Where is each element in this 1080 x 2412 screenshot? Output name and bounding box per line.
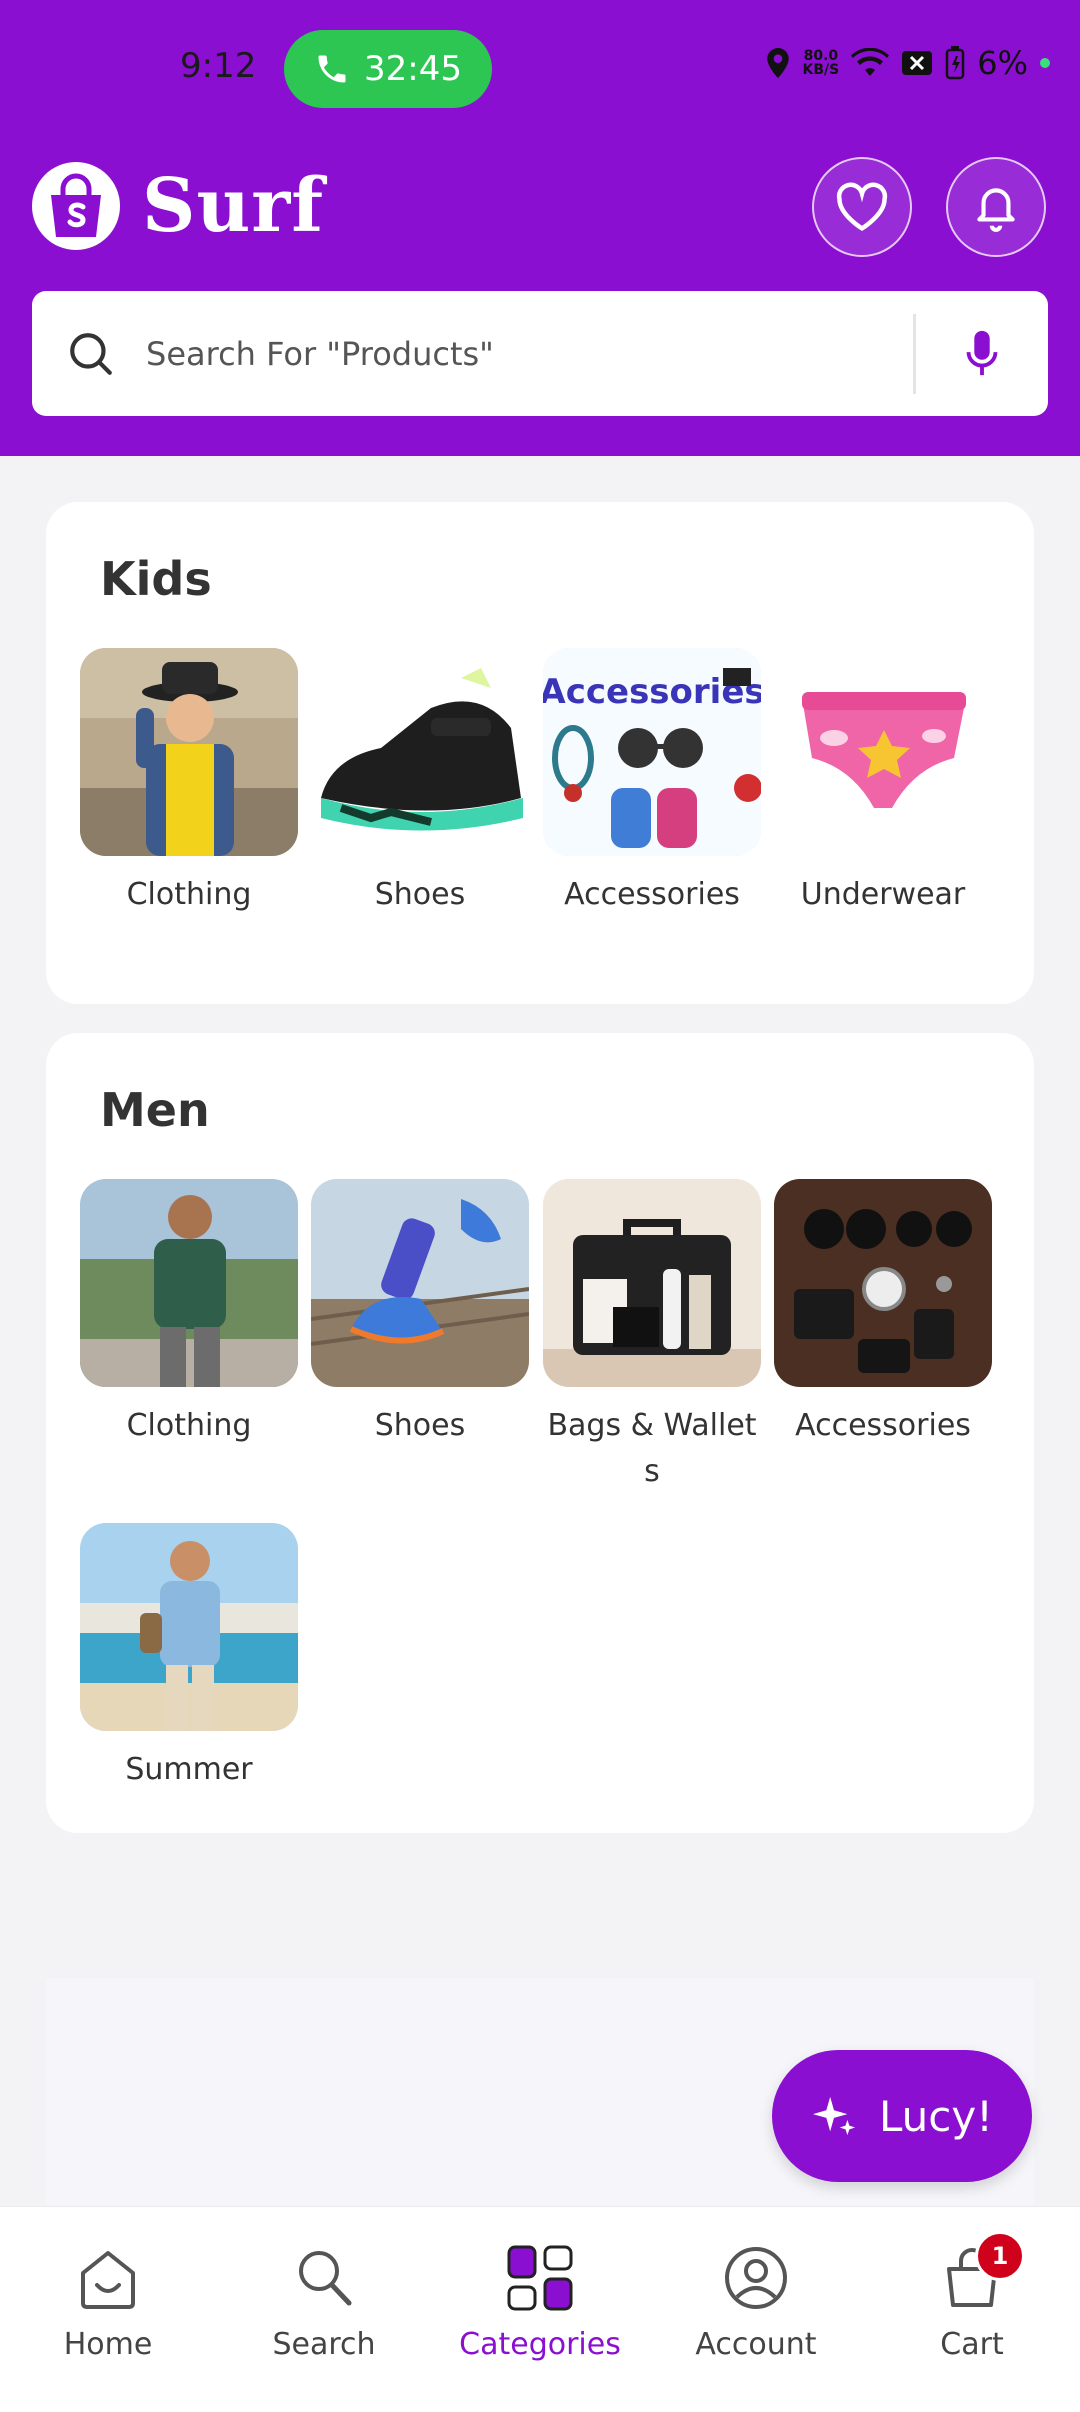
nav-label: Search [272,2327,376,2362]
privacy-dot [1040,58,1050,68]
category-tile-kids-accessories[interactable]: Accessories Accessories [543,648,761,918]
search-icon [70,332,112,375]
men-accessories-image [774,1179,992,1387]
battery-icon [945,46,965,80]
categories-icon [505,2243,575,2313]
no-sim-icon [902,51,933,75]
nav-label: Account [695,2327,817,2362]
category-tile-kids-clothing[interactable]: Clothing [80,648,298,918]
lucy-assistant-button[interactable]: Lucy! [772,2050,1032,2182]
nav-account[interactable]: Account [656,2243,856,2362]
notifications-button[interactable] [946,157,1046,257]
lucy-label: Lucy! [878,2091,994,2141]
category-tile-men-clothing[interactable]: Clothing [80,1179,298,1449]
kids-underwear-image [774,648,992,856]
home-icon [73,2243,143,2313]
category-section-kids: Kids Clothing Shoes Accessories Accessor… [46,502,1034,1004]
network-speed-value: 80.0 [803,48,839,64]
kids-shoes-image [311,648,529,856]
kids-clothing-image [80,648,298,856]
nav-label: Cart [940,2327,1004,2362]
cart-count-badge: 1 [975,2231,1025,2281]
phone-icon [318,55,346,83]
men-clothing-image [80,1179,298,1387]
category-tile-kids-underwear[interactable]: Underwear [774,648,992,918]
men-shoes-image [311,1179,529,1387]
search-bar[interactable]: Search For "Products" [32,291,1048,416]
tile-label: Shoes [374,877,466,912]
tile-label: Underwear [800,877,966,912]
status-time: 9:12 [180,46,257,86]
heart-icon [836,182,888,232]
wifi-icon [851,48,890,76]
tile-label: Bags & Wallets [547,1408,757,1489]
search-icon [289,2243,359,2313]
category-tile-men-bags-wallets[interactable]: Bags & Wallets [543,1179,761,1495]
category-tile-men-accessories[interactable]: Accessories [774,1179,992,1449]
search-input[interactable]: Search For "Products" [146,335,913,373]
tile-label: Accessories [795,1408,971,1443]
tile-label: Shoes [374,1408,466,1443]
location-icon [766,48,789,78]
category-tile-men-shoes[interactable]: Shoes [311,1179,529,1449]
section-title: Men [100,1083,210,1137]
status-icons: 80.0 KB/S 6% [765,44,1050,82]
nav-cart[interactable]: 1 Cart [872,2231,1072,2362]
tile-label: Clothing [126,877,252,912]
account-icon [721,2243,791,2313]
category-tile-kids-shoes[interactable]: Shoes [311,648,529,918]
men-bags-image [543,1179,761,1387]
bell-icon [977,188,1015,232]
tile-label: Clothing [126,1408,252,1443]
nav-home[interactable]: Home [8,2243,208,2362]
nav-label: Home [63,2327,153,2362]
status-bar: 9:12 32:45 80.0 KB/S 6% [0,0,1080,138]
brand[interactable]: Surf [32,162,324,250]
tile-label: Accessories [564,877,740,912]
kids-accessories-image: Accessories [543,648,761,856]
battery-level: 6% [977,44,1028,82]
ongoing-call-pill[interactable]: 32:45 [284,30,492,108]
cart-icon: 1 [937,2231,1025,2313]
category-tile-men-summer[interactable]: Summer [80,1523,298,1793]
call-timer: 32:45 [364,49,462,89]
voice-search-button[interactable] [916,329,1048,379]
nav-categories[interactable]: Categories [440,2243,640,2362]
nav-label: Categories [459,2327,621,2362]
microphone-icon [966,330,998,375]
brand-name: Surf [142,163,325,249]
section-title: Kids [100,552,212,606]
surf-logo [32,162,120,250]
bottom-navigation: Home Search Categories Account 1 Cart [0,2206,1080,2412]
sparkle-icon [812,2096,856,2136]
category-section-men: Men Clothing Shoes Bags & Wallets Access… [46,1033,1034,1833]
network-speed-unit: KB/S [802,62,840,78]
tile-label: Summer [125,1752,253,1787]
network-speed: 80.0 KB/S [803,49,840,77]
nav-search[interactable]: Search [224,2243,424,2362]
wishlist-button[interactable] [812,157,912,257]
app-header: 9:12 32:45 80.0 KB/S 6% Surf Search For … [0,0,1080,456]
men-summer-image [80,1523,298,1731]
